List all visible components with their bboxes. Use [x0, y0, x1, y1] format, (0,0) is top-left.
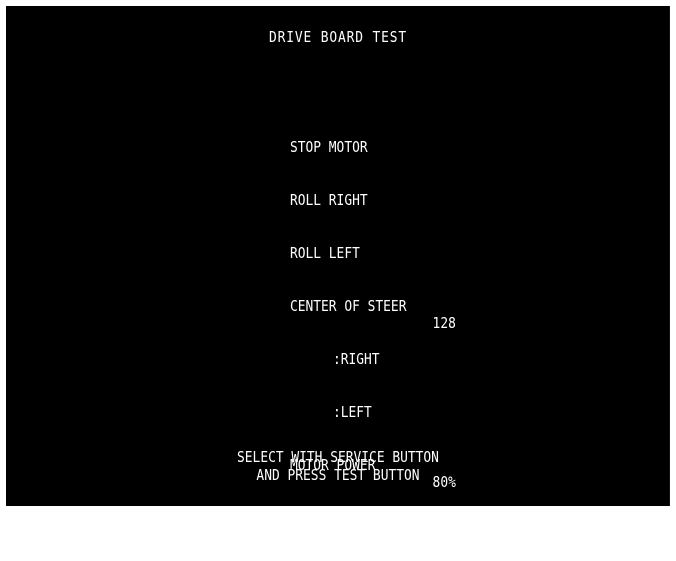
menu-item-exit[interactable]: --> EXIT [197, 493, 406, 544]
instruction-line-2: AND PRESS TEST BUTTON [256, 466, 420, 484]
test-mode-screen: DRIVE BOARD TEST STOP MOTOR ROLL RIGHT R… [6, 6, 670, 544]
menu-item-label: EXIT [300, 526, 332, 544]
menu-item-roll-left[interactable]: ROLL LEFT [243, 228, 406, 262]
menu-item-stop-motor[interactable]: STOP MOTOR [243, 122, 406, 156]
menu-item-label: STOP MOTOR [289, 138, 368, 156]
menu-item-label: CENTER OF STEER [289, 297, 407, 315]
menu-item-label: ROLL LEFT [289, 244, 360, 262]
center-of-steer-value: 128 [432, 314, 456, 332]
menu-item-label: :LEFT [332, 403, 372, 421]
instruction-line-1: SELECT WITH SERVICE BUTTON [237, 448, 439, 466]
screen-title: DRIVE BOARD TEST [268, 28, 408, 46]
menu-item-steer-left[interactable]: :LEFT [243, 387, 406, 421]
menu-item-steer-right[interactable]: :RIGHT [243, 334, 406, 368]
menu-item-label: :RIGHT [332, 350, 380, 368]
menu-item-center-of-steer[interactable]: CENTER OF STEER 128 [243, 281, 456, 332]
menu-item-roll-right[interactable]: ROLL RIGHT [243, 175, 406, 209]
instructions: SELECT WITH SERVICE BUTTON AND PRESS TES… [6, 448, 670, 484]
selection-cursor-arrow-icon: --> [196, 509, 221, 527]
menu-item-label: ROLL RIGHT [289, 191, 368, 209]
